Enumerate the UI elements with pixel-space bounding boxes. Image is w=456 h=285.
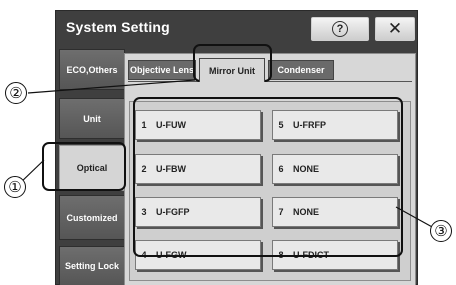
tab-label: Mirror Unit bbox=[209, 65, 255, 76]
tab-mirror-unit[interactable]: Mirror Unit bbox=[199, 58, 265, 82]
callout-leader-lines bbox=[17, 79, 435, 229]
callout-2-marker: ② bbox=[5, 82, 27, 104]
callout-3-marker: ③ bbox=[430, 220, 452, 242]
callout-1-marker: ① bbox=[4, 176, 26, 198]
